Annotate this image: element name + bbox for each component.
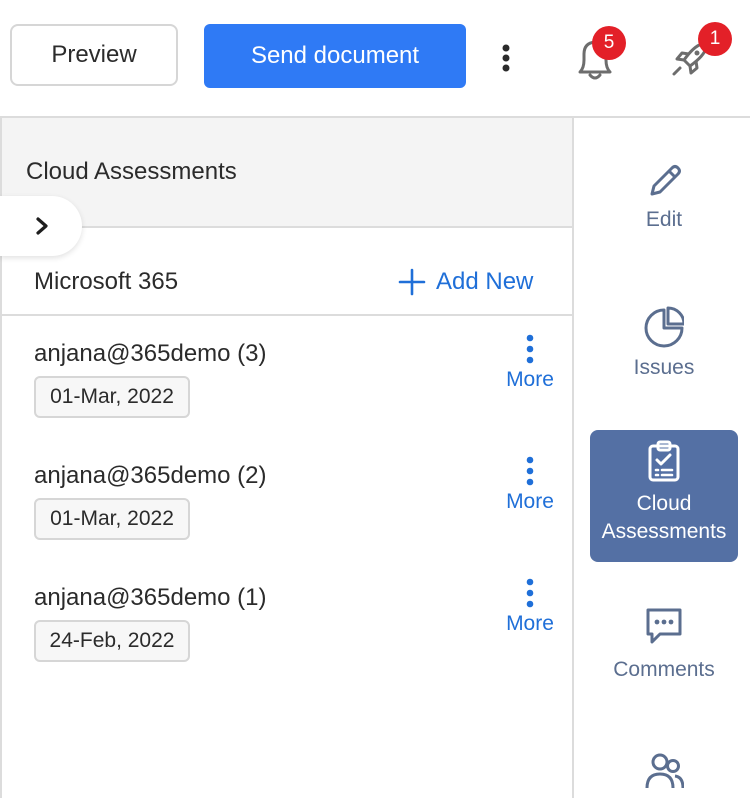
pencil-icon	[650, 165, 681, 196]
panel-header: Cloud Assessments	[2, 118, 572, 228]
date-badge: 01-Mar, 2022	[34, 376, 190, 418]
nav-comments[interactable]: Comments	[590, 604, 738, 688]
more-options-icon[interactable]	[494, 40, 518, 76]
top-toolbar: Preview Send document 5 1	[0, 0, 750, 116]
item-title: anjana@365demo (1)	[34, 584, 267, 611]
nav-cloud-label-line2: Assessments	[601, 520, 727, 543]
item-more-button[interactable]: More	[502, 456, 558, 516]
nav-users[interactable]	[590, 750, 738, 798]
kebab-icon	[526, 334, 534, 364]
send-document-button[interactable]: Send document	[204, 24, 466, 88]
nav-edit-label: Edit	[645, 208, 683, 231]
panel-title: Cloud Assessments	[26, 158, 237, 185]
add-new-button[interactable]: Add New	[398, 264, 533, 300]
pie-chart-icon	[644, 306, 684, 348]
divider	[572, 116, 574, 798]
list-item[interactable]: anjana@365demo (1) 24-Feb, 2022 More	[2, 578, 572, 694]
nav-cloud-assessments[interactable]: Cloud Assessments	[590, 430, 738, 562]
list-item[interactable]: anjana@365demo (3) 01-Mar, 2022 More	[2, 334, 572, 450]
section-title: Microsoft 365	[34, 268, 179, 295]
nav-issues-label: Issues	[633, 356, 695, 379]
notifications-button[interactable]: 5	[570, 26, 626, 86]
section-header: Microsoft 365 Add New	[2, 228, 572, 316]
rocket-count-badge: 1	[698, 22, 732, 56]
more-label: More	[506, 490, 554, 513]
list-item[interactable]: anjana@365demo (2) 01-Mar, 2022 More	[2, 456, 572, 572]
kebab-icon	[526, 456, 534, 486]
nav-issues[interactable]: Issues	[590, 306, 738, 390]
nav-edit[interactable]: Edit	[590, 160, 738, 240]
nav-comments-label: Comments	[613, 658, 715, 681]
kebab-icon	[526, 578, 534, 608]
comment-icon	[646, 608, 682, 644]
item-title: anjana@365demo (3)	[34, 340, 267, 367]
date-badge: 24-Feb, 2022	[34, 620, 190, 662]
clipboard-check-icon	[648, 440, 680, 482]
users-icon	[645, 753, 684, 789]
more-label: More	[506, 368, 554, 391]
rocket-button[interactable]: 1	[664, 22, 732, 86]
preview-button[interactable]: Preview	[10, 24, 178, 86]
item-title: anjana@365demo (2)	[34, 462, 267, 489]
item-more-button[interactable]: More	[502, 334, 558, 394]
more-label: More	[506, 612, 554, 635]
notifications-count-badge: 5	[592, 26, 626, 60]
add-new-label: Add New	[436, 268, 534, 295]
nav-cloud-label-line1: Cloud	[636, 492, 692, 515]
item-more-button[interactable]: More	[502, 578, 558, 638]
plus-icon	[398, 268, 426, 296]
date-badge: 01-Mar, 2022	[34, 498, 190, 540]
